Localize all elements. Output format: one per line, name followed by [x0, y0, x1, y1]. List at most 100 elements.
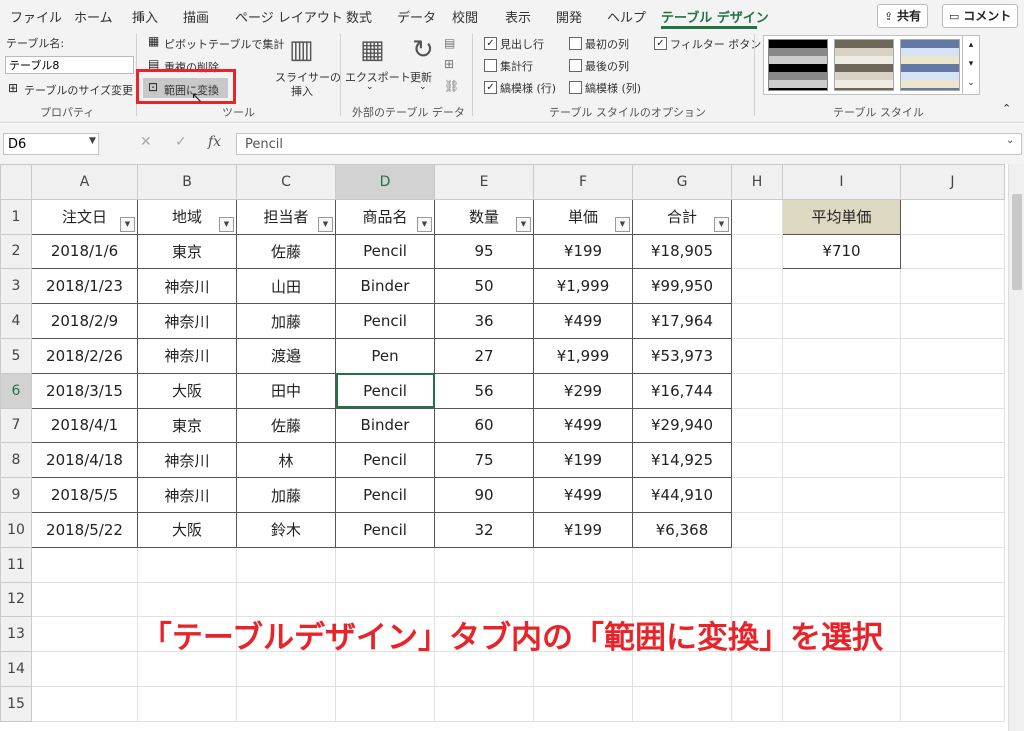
resize-table-button[interactable]: テーブルのサイズ変更 [24, 82, 133, 98]
table-cell[interactable]: ¥53,973 [632, 337, 732, 374]
row-header[interactable]: 7 [0, 407, 32, 444]
table-cell[interactable]: Binder [335, 407, 435, 444]
cell[interactable] [137, 546, 237, 583]
name-box-dropdown-icon[interactable]: ▼ [89, 136, 96, 146]
table-cell[interactable]: 渡邉 [236, 337, 336, 374]
active-cell[interactable]: Pencil [335, 372, 435, 409]
column-header[interactable]: H [731, 164, 783, 200]
comment-button[interactable]: ▭ コメント [942, 4, 1019, 28]
cell[interactable] [434, 685, 534, 722]
column-header[interactable]: F [533, 164, 633, 200]
table-cell[interactable]: 東京 [137, 407, 237, 444]
cell[interactable] [31, 546, 138, 583]
cell[interactable] [632, 685, 732, 722]
table-header-cell[interactable]: 合計 ▼ [632, 198, 732, 235]
table-cell[interactable]: ¥499 [533, 477, 633, 513]
table-cell[interactable]: 神奈川 [137, 268, 237, 305]
cell[interactable] [782, 685, 901, 722]
filter-dropdown-icon[interactable]: ▼ [120, 216, 135, 232]
cell[interactable] [731, 268, 783, 305]
table-style-dark[interactable] [768, 39, 828, 91]
table-cell[interactable]: ¥44,910 [632, 477, 732, 513]
cell[interactable] [731, 198, 783, 235]
formula-input[interactable] [236, 133, 1022, 155]
tab-view[interactable]: 表示 [505, 7, 531, 26]
table-cell[interactable]: 神奈川 [137, 442, 237, 479]
cell[interactable] [137, 685, 237, 722]
filter-dropdown-icon[interactable]: ▼ [714, 216, 729, 232]
table-cell[interactable]: 2018/2/26 [31, 337, 138, 374]
name-box[interactable] [3, 133, 99, 155]
table-name-input[interactable] [5, 56, 134, 74]
table-cell[interactable]: 山田 [236, 268, 336, 305]
column-header[interactable]: D [335, 164, 435, 200]
cell[interactable] [900, 511, 1005, 548]
tab-help[interactable]: ヘルプ [607, 7, 646, 26]
tab-home[interactable]: ホーム [74, 7, 113, 26]
cell[interactable] [731, 546, 783, 583]
table-header-cell[interactable]: 数量 ▼ [434, 198, 534, 235]
column-header[interactable]: C [236, 164, 336, 200]
table-cell[interactable]: 神奈川 [137, 477, 237, 513]
row-header[interactable]: 6 [0, 372, 32, 409]
table-cell[interactable]: 神奈川 [137, 337, 237, 374]
column-header[interactable]: E [434, 164, 534, 200]
select-all-corner[interactable] [0, 164, 32, 200]
cell[interactable] [731, 337, 783, 374]
table-cell[interactable]: 大阪 [137, 372, 237, 409]
column-header[interactable]: B [137, 164, 237, 200]
cell[interactable] [900, 442, 1005, 479]
filter-dropdown-icon[interactable]: ▼ [516, 216, 531, 232]
table-cell[interactable]: 2018/4/18 [31, 442, 138, 479]
cell[interactable] [236, 685, 336, 722]
cell[interactable] [335, 685, 435, 722]
collapse-ribbon-icon[interactable]: ⌃ [1002, 102, 1011, 115]
table-cell[interactable]: 大阪 [137, 511, 237, 548]
cell[interactable] [731, 303, 783, 339]
export-button[interactable]: エクスポート [345, 69, 411, 85]
cell[interactable] [900, 233, 1005, 270]
table-cell[interactable]: 2018/2/9 [31, 303, 138, 339]
properties-icon[interactable]: ▤ [444, 36, 455, 50]
tab-file[interactable]: ファイル [10, 7, 62, 26]
cell[interactable] [731, 511, 783, 548]
insert-function-icon[interactable]: fx [208, 134, 221, 150]
row-header[interactable]: 10 [0, 511, 32, 548]
table-cell[interactable]: ¥18,905 [632, 233, 732, 270]
table-cell[interactable]: 2018/1/23 [31, 268, 138, 305]
row-header[interactable]: 1 [0, 198, 32, 235]
cell[interactable] [900, 337, 1005, 374]
cell[interactable] [335, 546, 435, 583]
tab-developer[interactable]: 開発 [556, 7, 582, 26]
table-cell[interactable]: 56 [434, 372, 534, 409]
cell[interactable] [731, 477, 783, 513]
cell[interactable] [900, 198, 1005, 235]
table-cell[interactable]: 神奈川 [137, 303, 237, 339]
column-header[interactable]: A [31, 164, 138, 200]
tab-page-layout[interactable]: ページ レイアウト [235, 7, 343, 26]
filter-dropdown-icon[interactable]: ▼ [615, 216, 630, 232]
cell[interactable] [782, 372, 901, 409]
table-cell[interactable]: 2018/5/22 [31, 511, 138, 548]
table-cell[interactable]: 32 [434, 511, 534, 548]
table-header-cell[interactable]: 商品名 ▼ [335, 198, 435, 235]
share-button[interactable]: ⇪ 共有 [877, 4, 929, 28]
cancel-icon[interactable]: ✕ [140, 134, 152, 150]
cell[interactable] [900, 303, 1005, 339]
cell[interactable] [782, 303, 901, 339]
tab-review[interactable]: 校閲 [452, 7, 478, 26]
table-cell[interactable]: 2018/1/6 [31, 233, 138, 270]
expand-formula-icon[interactable]: ⌄ [1006, 135, 1014, 146]
row-header[interactable]: 9 [0, 477, 32, 513]
cell[interactable] [236, 546, 336, 583]
table-cell[interactable]: ¥99,950 [632, 268, 732, 305]
table-cell[interactable]: 東京 [137, 233, 237, 270]
cell[interactable] [782, 337, 901, 374]
tab-formulas[interactable]: 数式 [346, 7, 372, 26]
cell[interactable] [632, 546, 732, 583]
table-cell[interactable]: ¥1,999 [533, 337, 633, 374]
table-cell[interactable]: Pencil [335, 511, 435, 548]
column-header[interactable]: J [900, 164, 1005, 200]
table-cell[interactable]: 90 [434, 477, 534, 513]
table-cell[interactable]: Pencil [335, 303, 435, 339]
